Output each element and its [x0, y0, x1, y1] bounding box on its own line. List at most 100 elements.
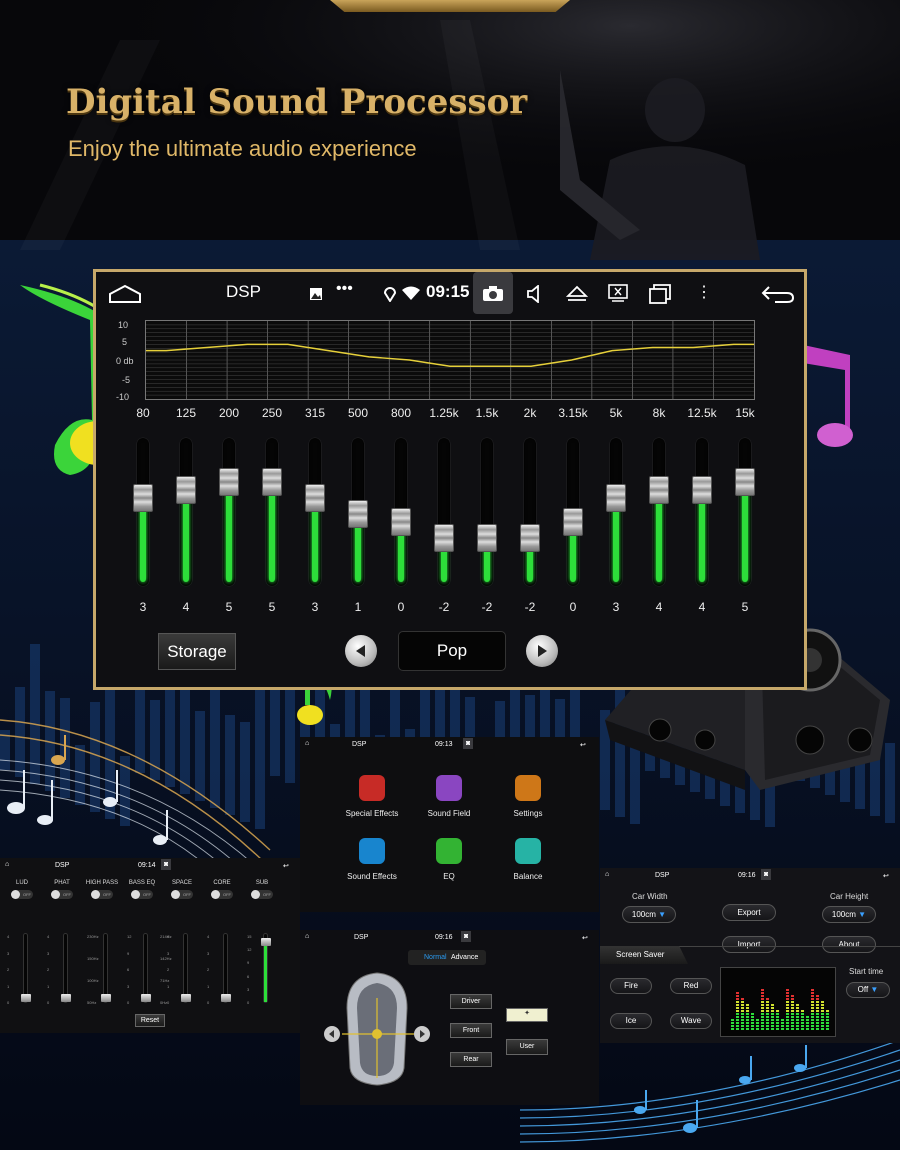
band-slider-knob[interactable] [563, 508, 583, 536]
channel-toggle[interactable]: OFF [171, 890, 193, 899]
home-icon[interactable] [108, 284, 142, 304]
home-icon[interactable]: ⌂ [5, 861, 9, 868]
band-slider-knob[interactable] [176, 476, 196, 504]
next-preset-button[interactable] [526, 635, 558, 667]
multitask-icon[interactable] [649, 284, 671, 304]
band-slider-knob[interactable] [649, 476, 669, 504]
channel-slider[interactable] [21, 933, 31, 1003]
effect-wave-button[interactable]: Wave [670, 1013, 712, 1029]
about-button[interactable]: About [822, 936, 876, 953]
screenshot-button[interactable] [473, 272, 513, 314]
vu-segment [746, 1019, 749, 1021]
previous-preset-button[interactable] [345, 635, 377, 667]
menu-item-settings[interactable]: Settings [483, 769, 573, 818]
location-icon [384, 287, 396, 302]
band-slider[interactable] [348, 438, 368, 586]
band-slider[interactable] [520, 438, 540, 586]
channel-slider-knob[interactable] [261, 938, 271, 946]
band-slider[interactable] [692, 438, 712, 586]
channel-slider[interactable] [221, 933, 231, 1003]
camera-icon[interactable]: ◙ [463, 738, 474, 749]
tab-screen-saver[interactable]: Screen Saver [600, 946, 688, 964]
eject-icon[interactable] [566, 285, 588, 303]
back-icon[interactable]: ↩ [883, 872, 889, 880]
channel-slider[interactable] [101, 933, 111, 1003]
home-icon[interactable]: ⌂ [305, 933, 309, 940]
band-slider[interactable] [262, 438, 282, 586]
channel-slider-knob[interactable] [101, 994, 111, 1002]
channel-slider[interactable] [61, 933, 71, 1003]
band-slider[interactable] [133, 438, 153, 586]
channel-toggle[interactable]: OFF [211, 890, 233, 899]
channel-slider-knob[interactable] [61, 994, 71, 1002]
band-slider-knob[interactable] [305, 484, 325, 512]
menu-item-balance[interactable]: Balance [483, 832, 573, 881]
band-slider-knob[interactable] [692, 476, 712, 504]
band-slider-knob[interactable] [262, 468, 282, 496]
close-screen-icon[interactable] [608, 284, 628, 302]
channel-slider[interactable] [261, 933, 271, 1003]
camera-icon[interactable]: ◙ [761, 869, 772, 880]
tab-advance[interactable]: Advance [451, 954, 478, 961]
band-slider[interactable] [434, 438, 454, 586]
home-icon[interactable]: ⌂ [605, 871, 609, 878]
band-slider[interactable] [735, 438, 755, 586]
menu-icon[interactable]: ⋮ [696, 282, 712, 302]
band-slider[interactable] [649, 438, 669, 586]
export-button[interactable]: Export [722, 904, 776, 921]
vu-segment [786, 1028, 789, 1030]
volume-icon[interactable] [526, 285, 544, 303]
channel-toggle[interactable]: OFF [51, 890, 73, 899]
back-icon[interactable]: ↩ [580, 741, 586, 749]
band-slider-knob[interactable] [219, 468, 239, 496]
back-icon[interactable] [761, 285, 795, 303]
vu-segment [736, 1022, 739, 1024]
start-time-select[interactable]: Off ▼ [846, 982, 890, 998]
tab-normal[interactable]: Normal [424, 954, 447, 961]
camera-icon[interactable]: ◙ [161, 859, 172, 870]
back-icon[interactable]: ↩ [582, 934, 588, 942]
band-slider-knob[interactable] [348, 500, 368, 528]
channel-slider-knob[interactable] [141, 994, 151, 1002]
band-slider[interactable] [563, 438, 583, 586]
position-driver-button[interactable]: Driver [450, 994, 492, 1009]
band-slider[interactable] [305, 438, 325, 586]
menu-item-eq[interactable]: EQ [404, 832, 494, 881]
back-icon[interactable]: ↩ [283, 862, 289, 870]
channel-toggle[interactable]: OFF [251, 890, 273, 899]
band-slider-knob[interactable] [133, 484, 153, 512]
effect-red-button[interactable]: Red [670, 978, 712, 994]
effect-ice-button[interactable]: Ice [610, 1013, 652, 1029]
effect-fire-button[interactable]: Fire [610, 978, 652, 994]
band-slider[interactable] [606, 438, 626, 586]
car-height-select[interactable]: 100cm ▼ [822, 906, 876, 923]
band-slider-knob[interactable] [520, 524, 540, 552]
position-front-button[interactable]: Front [450, 1023, 492, 1038]
storage-button[interactable]: Storage [158, 633, 236, 670]
band-slider[interactable] [176, 438, 196, 586]
channel-slider-knob[interactable] [21, 994, 31, 1002]
import-button[interactable]: Import [722, 936, 776, 953]
channel-toggle[interactable]: OFF [11, 890, 33, 899]
menu-item-sound-field[interactable]: Sound Field [404, 769, 494, 818]
band-slider-knob[interactable] [434, 524, 454, 552]
band-slider[interactable] [391, 438, 411, 586]
band-slider[interactable] [219, 438, 239, 586]
car-width-select[interactable]: 100cm ▼ [622, 906, 676, 923]
channel-slider[interactable] [141, 933, 151, 1003]
band-slider-knob[interactable] [477, 524, 497, 552]
user-button[interactable]: User [506, 1039, 548, 1055]
band-slider-knob[interactable] [606, 484, 626, 512]
channel-toggle[interactable]: OFF [91, 890, 113, 899]
camera-icon[interactable]: ◙ [461, 931, 472, 942]
channel-slider[interactable] [181, 933, 191, 1003]
channel-slider-knob[interactable] [181, 994, 191, 1002]
band-slider[interactable] [477, 438, 497, 586]
band-slider-knob[interactable] [735, 468, 755, 496]
band-slider-knob[interactable] [391, 508, 411, 536]
reset-button[interactable]: Reset [135, 1014, 165, 1027]
channel-toggle[interactable]: OFF [131, 890, 153, 899]
channel-slider-knob[interactable] [221, 994, 231, 1002]
home-icon[interactable]: ⌂ [305, 740, 309, 747]
position-rear-button[interactable]: Rear [450, 1052, 492, 1067]
